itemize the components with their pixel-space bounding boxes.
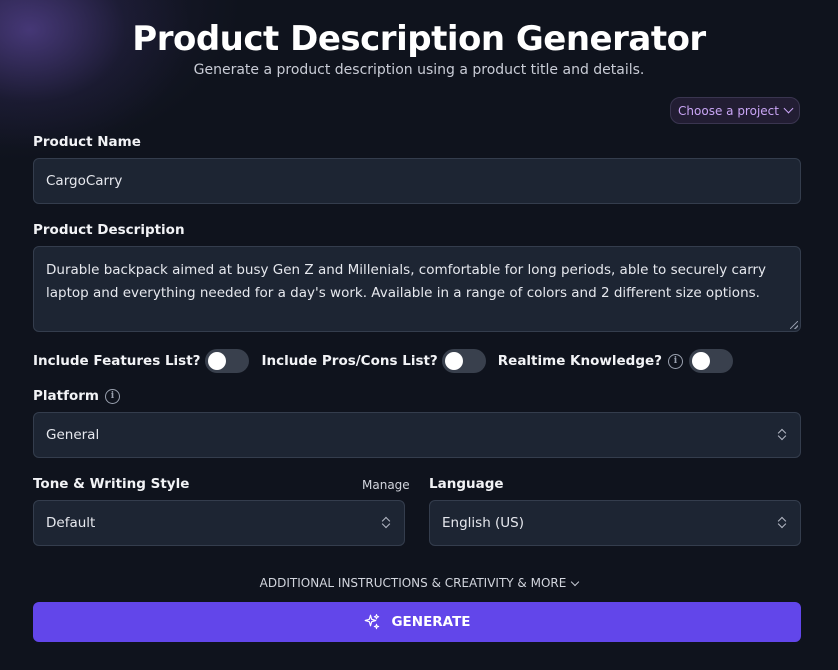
chevron-down-icon (571, 577, 580, 586)
info-icon[interactable]: i (667, 353, 683, 369)
page: Product Description Generator Generate a… (0, 0, 838, 670)
manage-tone-link[interactable]: Manage (362, 477, 410, 493)
product-description-label: Product Description (33, 222, 185, 238)
language-value: English (US) (442, 515, 525, 531)
product-description-textarea[interactable]: Durable backpack aimed at busy Gen Z and… (33, 246, 801, 332)
choose-project-label: Choose a project (678, 103, 779, 118)
updown-arrows-icon (778, 516, 786, 530)
updown-arrows-icon (382, 516, 390, 530)
toggle-knob (207, 352, 226, 370)
features-list-toggle[interactable] (204, 349, 249, 373)
additional-instructions-toggle[interactable]: ADDITIONAL INSTRUCTIONS & CREATIVITY & M… (0, 575, 838, 591)
language-select[interactable]: English (US) (429, 500, 801, 546)
product-name-input[interactable]: CargoCarry (33, 158, 801, 204)
tone-select[interactable]: Default (33, 500, 405, 546)
language-label: Language (429, 476, 504, 492)
tone-label: Tone & Writing Style (33, 476, 190, 492)
choose-project-dropdown[interactable]: Choose a project (670, 97, 800, 124)
resize-handle-icon[interactable] (790, 321, 798, 329)
pros-cons-list-toggle[interactable] (441, 349, 486, 373)
toggle-knob (444, 352, 463, 370)
pros-cons-list-label: Include Pros/Cons List? (261, 353, 438, 369)
platform-label-group: Platform i (33, 387, 120, 405)
options-toggle-row: Include Features List? Include Pros/Cons… (33, 349, 733, 373)
realtime-knowledge-toggle[interactable] (688, 349, 733, 373)
features-list-label: Include Features List? (33, 353, 201, 369)
toggle-knob (691, 352, 710, 370)
page-subtitle: Generate a product description using a p… (193, 62, 645, 78)
generate-label: GENERATE (391, 614, 471, 630)
additional-instructions-label: ADDITIONAL INSTRUCTIONS & CREATIVITY & M… (259, 576, 567, 590)
platform-select[interactable]: General (33, 412, 801, 458)
tone-value: Default (46, 515, 96, 531)
generate-button[interactable]: GENERATE (33, 602, 801, 642)
realtime-knowledge-label: Realtime Knowledge? (497, 353, 662, 369)
chevron-down-icon (783, 103, 794, 114)
page-title: Product Description Generator (132, 19, 706, 59)
platform-value: General (46, 427, 100, 443)
updown-arrows-icon (778, 428, 786, 442)
product-description-value: Durable backpack aimed at busy Gen Z and… (46, 262, 767, 301)
info-icon[interactable]: i (104, 388, 120, 404)
product-name-value: CargoCarry (46, 173, 123, 189)
sparkles-icon (365, 614, 380, 630)
platform-label: Platform (33, 388, 99, 404)
product-name-label: Product Name (33, 134, 141, 150)
